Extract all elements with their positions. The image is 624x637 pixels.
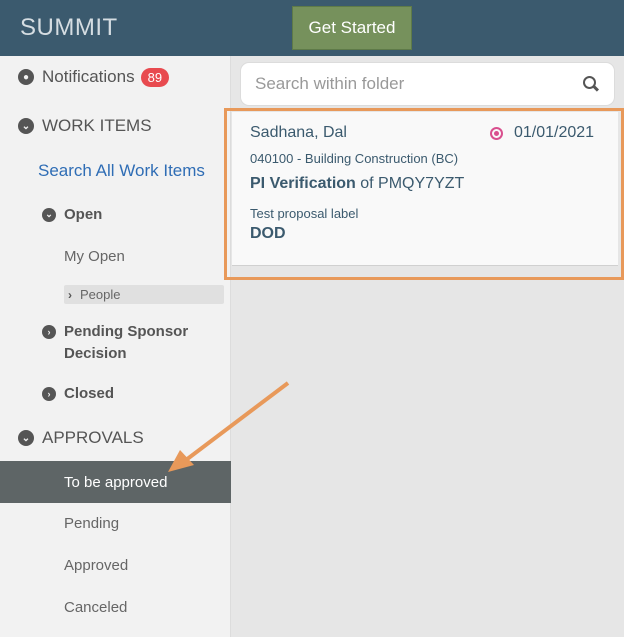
work-items-label: WORK ITEMS xyxy=(42,116,152,135)
sidebar-item-pending[interactable]: Pending xyxy=(64,515,119,532)
folder-search-box xyxy=(240,62,615,106)
main-content: Sadhana, Dal 01/01/2021 040100 - Buildin… xyxy=(224,56,624,637)
folder-search-input[interactable] xyxy=(255,74,582,94)
sidebar-item-to-be-approved[interactable]: To be approved xyxy=(0,461,231,503)
sidebar-item-pending-sponsor-decision[interactable]: › Pending Sponsor Decision xyxy=(42,321,202,365)
sidebar-item-my-open[interactable]: My Open xyxy=(64,248,125,265)
sidebar-item-canceled[interactable]: Canceled xyxy=(64,599,127,616)
chevron-down-circle-icon: ⌄ xyxy=(18,118,34,134)
chevron-right-circle-icon: › xyxy=(42,386,56,401)
open-label: Open xyxy=(64,206,103,223)
sidebar-item-approved[interactable]: Approved xyxy=(64,557,128,574)
summit-logo[interactable]: SUMMIT xyxy=(20,14,118,42)
notifications-count-badge: 89 xyxy=(140,67,170,87)
chevron-right-icon: › xyxy=(68,287,72,302)
chevron-right-circle-icon: › xyxy=(42,325,56,339)
notifications-label: Notifications xyxy=(42,67,135,86)
people-label: People xyxy=(80,287,121,302)
top-bar: SUMMIT Get Started xyxy=(0,0,624,56)
sidebar-section-work-items[interactable]: ⌄ WORK ITEMS xyxy=(18,116,152,136)
chevron-down-circle-icon: ⌄ xyxy=(18,430,34,446)
search-all-work-items-link[interactable]: Search All Work Items xyxy=(38,161,205,181)
pending-sponsor-label: Pending Sponsor Decision xyxy=(64,323,189,362)
sidebar-item-open[interactable]: ⌄ Open xyxy=(42,206,102,223)
globe-icon: ● xyxy=(18,69,34,85)
sidebar-section-approvals[interactable]: ⌄ APPROVALS xyxy=(18,428,144,448)
sidebar: ● Notifications 89 ⌄ WORK ITEMS Search A… xyxy=(0,56,231,637)
sidebar-item-closed[interactable]: › Closed xyxy=(42,385,114,402)
search-icon[interactable] xyxy=(582,75,600,93)
card-highlight-annotation xyxy=(224,108,624,280)
get-started-button[interactable]: Get Started xyxy=(292,6,412,50)
chevron-down-circle-icon: ⌄ xyxy=(42,207,56,222)
approvals-label: APPROVALS xyxy=(42,428,144,447)
sidebar-item-notifications[interactable]: ● Notifications 89 xyxy=(18,67,170,87)
closed-label: Closed xyxy=(64,385,115,402)
sidebar-item-people[interactable]: › People xyxy=(64,285,224,304)
